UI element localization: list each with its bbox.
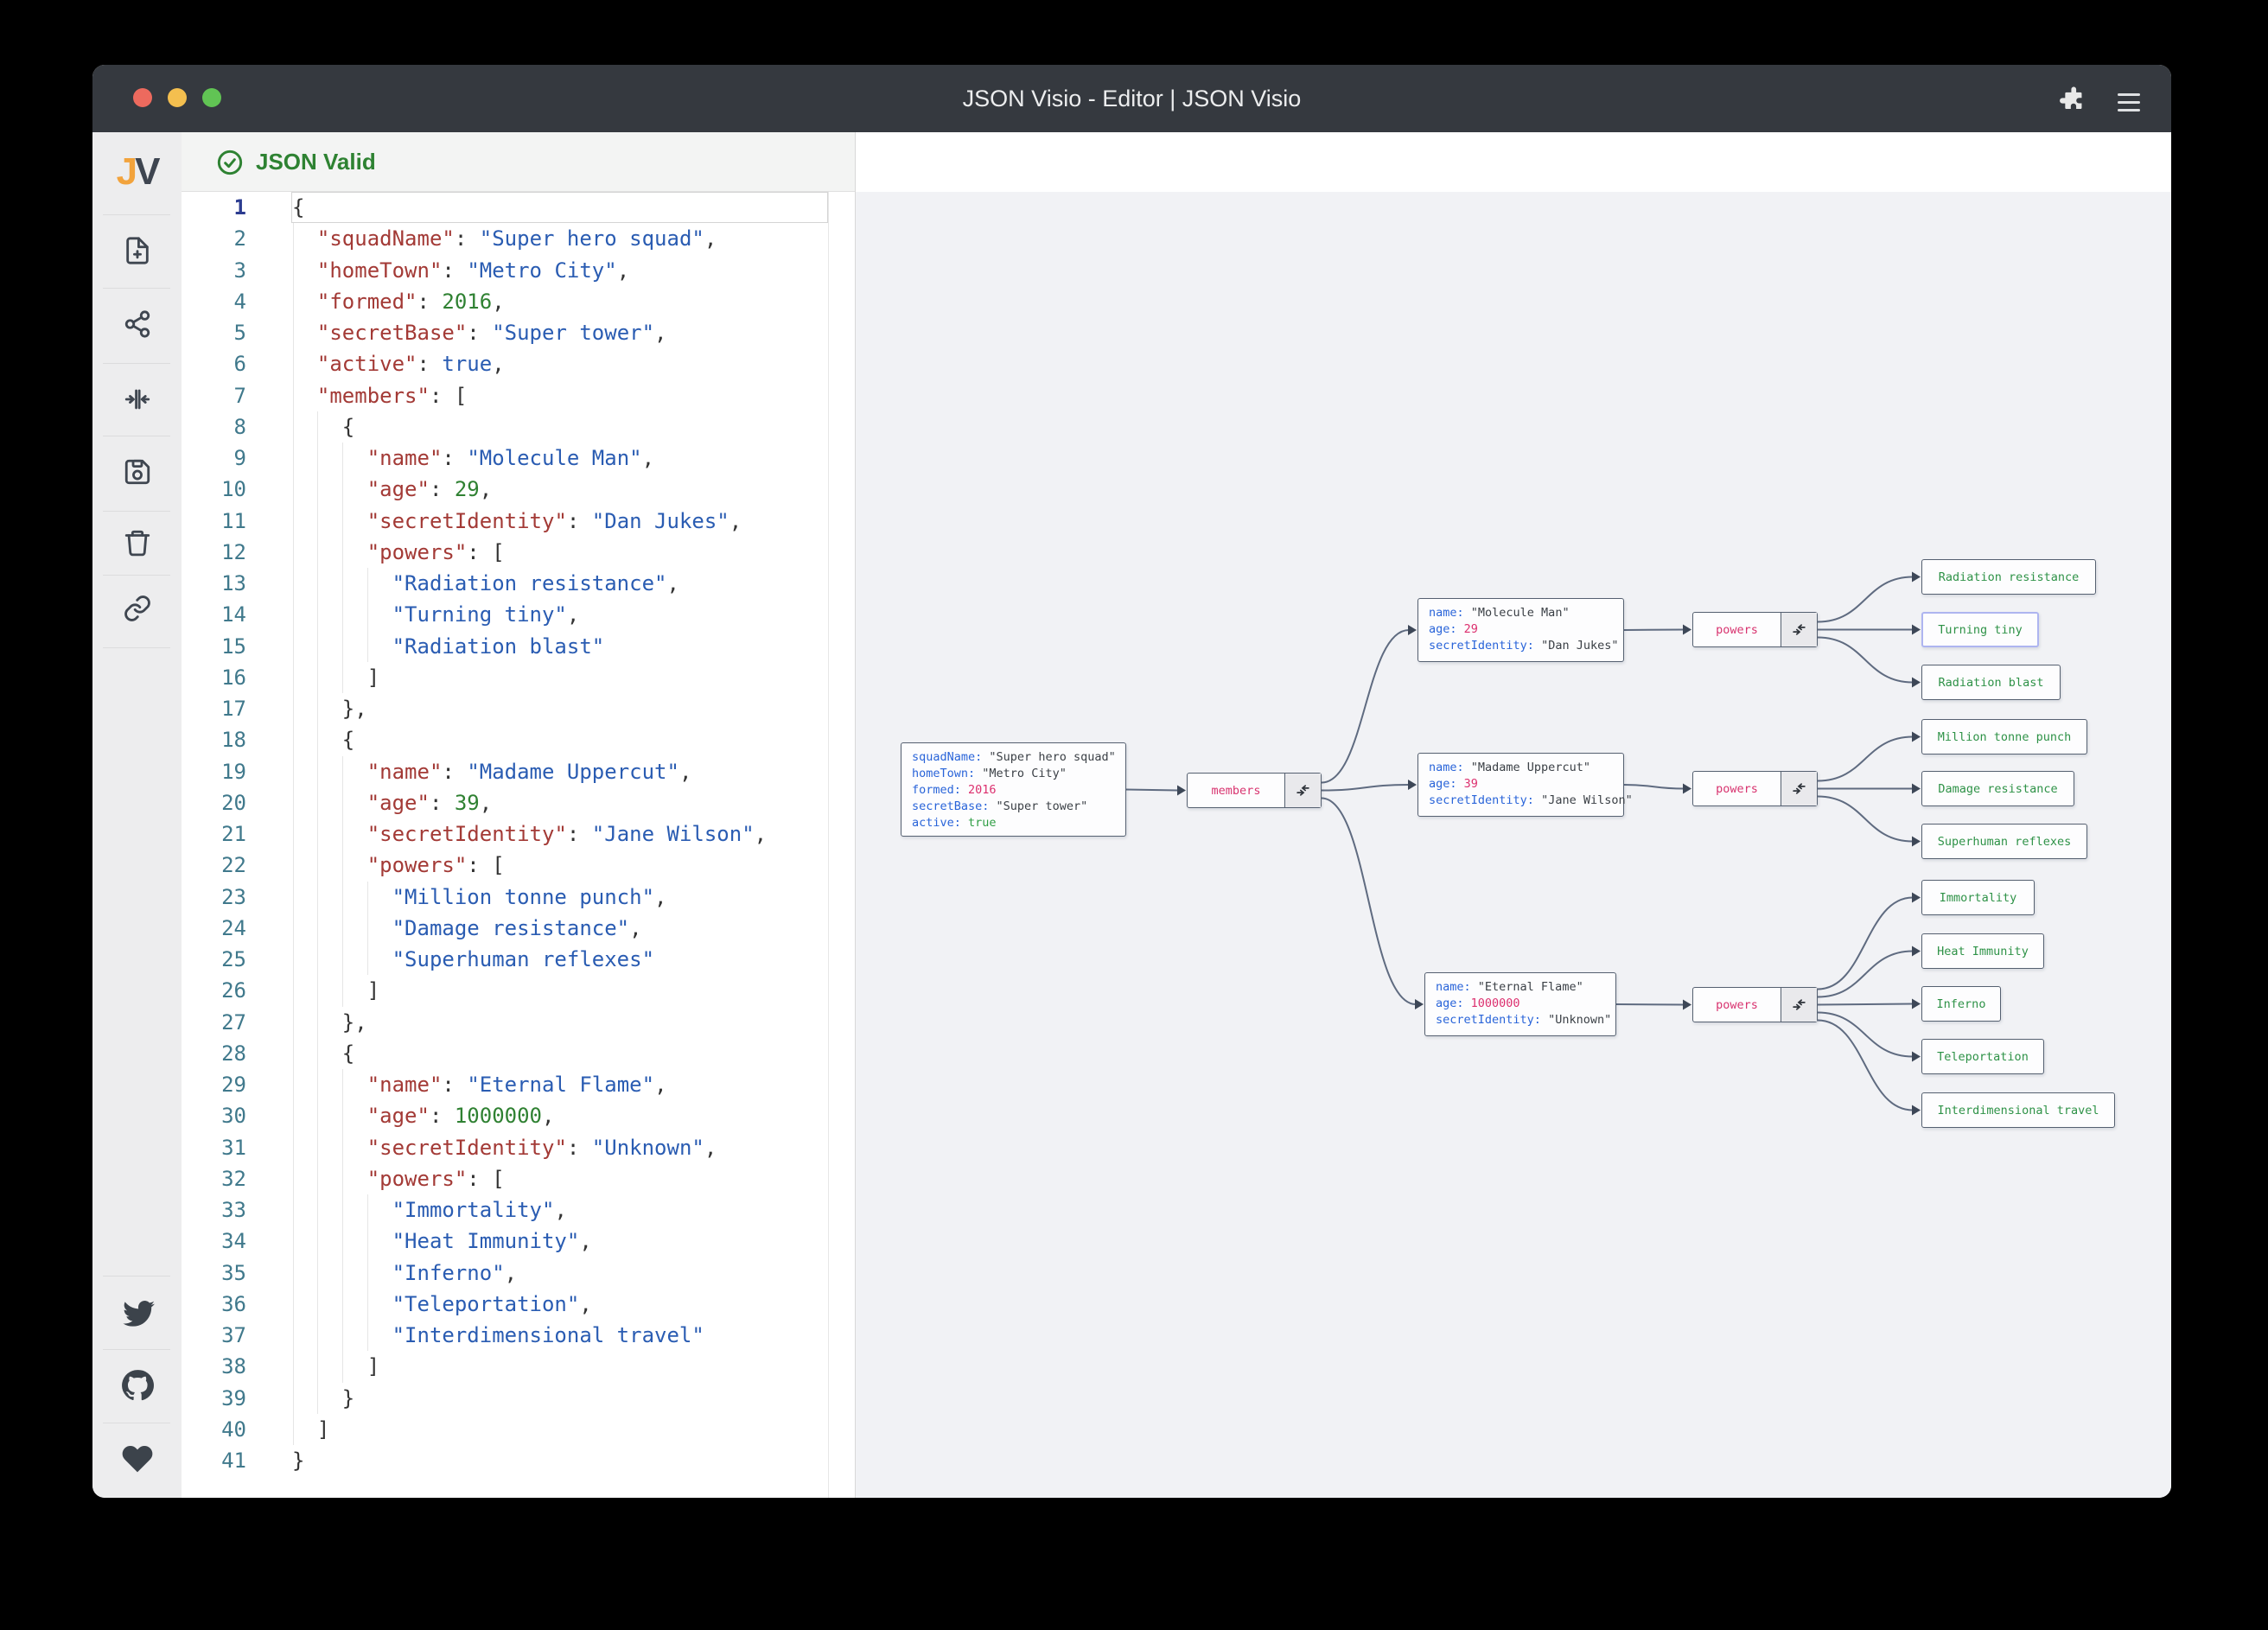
graph-node-l2[interactable]: Turning tiny xyxy=(1921,612,2039,647)
graph-node-l6[interactable]: Superhuman reflexes xyxy=(1921,824,2087,859)
collapse-node-icon[interactable] xyxy=(1781,772,1817,805)
node-label: powers xyxy=(1716,622,1758,637)
graph-node-root[interactable]: squadName: "Super hero squad" homeTown: "… xyxy=(901,742,1126,837)
collapse-node-icon[interactable] xyxy=(1781,988,1817,1022)
node-label: members xyxy=(1211,783,1261,798)
graph-node-l5[interactable]: Damage resistance xyxy=(1921,771,2074,806)
graph-node-l1[interactable]: Radiation resistance xyxy=(1921,559,2096,595)
graph-node-l11[interactable]: Interdimensional travel xyxy=(1921,1092,2115,1128)
graph-node-m2[interactable]: name: "Madame Uppercut" age: 39 secretIden… xyxy=(1418,753,1633,817)
graph-node-m3[interactable]: name: "Eternal Flame" age: 1000000 secretI… xyxy=(1424,972,1616,1036)
graph-node-p1[interactable]: powers xyxy=(1692,612,1818,647)
graph-node-members[interactable]: members xyxy=(1187,773,1322,808)
graph-edges xyxy=(1125,571,1921,1116)
graph-node-l10[interactable]: Teleportation xyxy=(1921,1039,2044,1074)
graph-node-m1[interactable]: name: "Molecule Man" age: 29 secretIdentit… xyxy=(1418,598,1624,662)
app-window: JSON Visio - Editor | JSON Visio JV JSON… xyxy=(92,65,2171,1498)
node-label: powers xyxy=(1716,781,1758,796)
collapse-node-icon[interactable] xyxy=(1781,613,1817,646)
graph-node-l9[interactable]: Inferno xyxy=(1921,986,2001,1022)
graph-node-l7[interactable]: Immortality xyxy=(1921,880,2035,915)
graph-node-l3[interactable]: Radiation blast xyxy=(1921,665,2061,700)
node-label: powers xyxy=(1716,997,1758,1012)
collapse-node-icon[interactable] xyxy=(1284,774,1321,807)
graph-node-l8[interactable]: Heat Immunity xyxy=(1921,933,2044,969)
graph-node-p3[interactable]: powers xyxy=(1692,987,1818,1022)
graph-node-p2[interactable]: powers xyxy=(1692,771,1818,806)
graph-node-l4[interactable]: Million tonne punch xyxy=(1921,719,2087,755)
